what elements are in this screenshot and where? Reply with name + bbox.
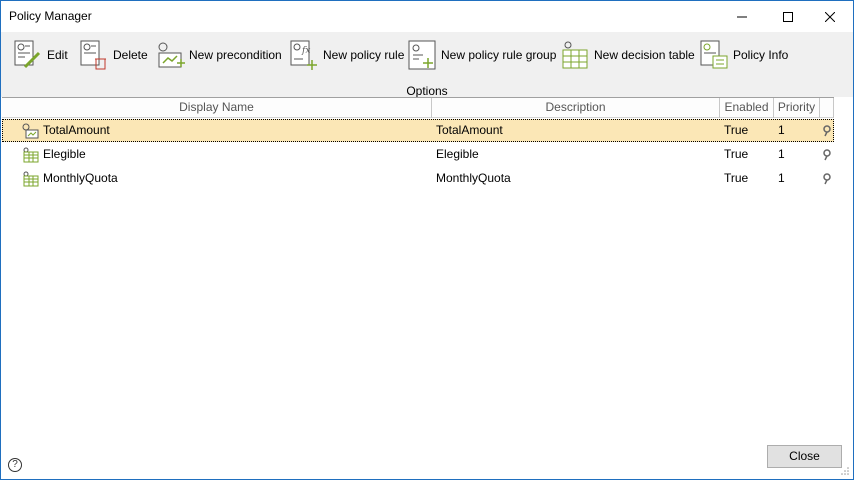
new-decision-table-icon bbox=[562, 41, 588, 69]
policy-info-icon bbox=[700, 40, 728, 69]
policy-info-button[interactable]: Policy Info bbox=[699, 38, 788, 72]
key-icon[interactable] bbox=[822, 124, 832, 137]
close-window-button[interactable] bbox=[807, 1, 853, 32]
row-description: TotalAmount bbox=[436, 123, 503, 137]
new-precondition-icon bbox=[158, 42, 185, 68]
row-description: Elegible bbox=[436, 147, 479, 161]
resize-grip-icon[interactable] bbox=[840, 466, 850, 476]
close-icon bbox=[825, 11, 835, 22]
edit-label: Edit bbox=[47, 48, 68, 62]
row-display-name: TotalAmount bbox=[43, 123, 110, 137]
column-header-priority[interactable]: Priority bbox=[774, 98, 820, 118]
edit-button[interactable]: Edit bbox=[13, 38, 68, 72]
minimize-button[interactable] bbox=[719, 1, 765, 32]
policy-info-label: Policy Info bbox=[733, 48, 789, 62]
title-bar: Policy Manager bbox=[1, 1, 853, 32]
key-icon[interactable] bbox=[822, 172, 832, 185]
maximize-icon bbox=[783, 11, 793, 22]
policy-manager-window: Policy Manager Edit Delete New precondit… bbox=[0, 0, 854, 480]
row-description: MonthlyQuota bbox=[436, 171, 511, 185]
minimize-icon bbox=[737, 16, 747, 17]
row-priority: 1 bbox=[778, 123, 785, 137]
new-policy-rule-group-label: New policy rule group bbox=[441, 48, 557, 62]
column-header-key bbox=[820, 98, 834, 118]
new-decision-table-button[interactable]: New decision table bbox=[560, 38, 695, 72]
key-icon[interactable] bbox=[822, 148, 832, 161]
policy-table: Display Name Description Enabled Priorit… bbox=[2, 97, 835, 437]
maximize-button[interactable] bbox=[765, 1, 811, 32]
table-row[interactable]: MonthlyQuota MonthlyQuota True 1 bbox=[2, 167, 834, 190]
row-display-name: Elegible bbox=[43, 147, 86, 161]
column-header-display-name[interactable]: Display Name bbox=[2, 98, 432, 118]
delete-button[interactable]: Delete bbox=[79, 38, 148, 72]
row-priority: 1 bbox=[778, 147, 785, 161]
new-precondition-label: New precondition bbox=[189, 48, 282, 62]
edit-icon bbox=[14, 40, 41, 69]
row-enabled: True bbox=[724, 123, 749, 137]
help-icon[interactable]: ? bbox=[8, 458, 22, 472]
row-priority: 1 bbox=[778, 171, 785, 185]
new-policy-rule-group-icon bbox=[408, 40, 436, 70]
close-button[interactable]: Close bbox=[767, 445, 842, 468]
delete-icon bbox=[80, 40, 106, 70]
toolbar-ribbon: Edit Delete New precondition fx New poli… bbox=[1, 32, 853, 98]
table-row[interactable]: Elegible Elegible True 1 bbox=[2, 143, 834, 166]
precondition-icon bbox=[22, 123, 39, 138]
new-policy-rule-label: New policy rule bbox=[323, 48, 405, 62]
new-policy-rule-group-button[interactable]: New policy rule group bbox=[407, 38, 556, 72]
column-header-description[interactable]: Description bbox=[432, 98, 720, 118]
new-policy-rule-icon: fx bbox=[290, 40, 317, 70]
decision-table-icon bbox=[23, 147, 39, 162]
decision-table-icon bbox=[23, 171, 39, 186]
column-header-enabled[interactable]: Enabled bbox=[720, 98, 774, 118]
options-group-label: Options bbox=[406, 84, 448, 98]
table-header: Display Name Description Enabled Priorit… bbox=[2, 97, 834, 118]
new-policy-rule-button[interactable]: fx New policy rule bbox=[289, 38, 404, 72]
row-display-name: MonthlyQuota bbox=[43, 171, 118, 185]
row-enabled: True bbox=[724, 147, 749, 161]
window-title: Policy Manager bbox=[9, 9, 92, 23]
new-precondition-button[interactable]: New precondition bbox=[155, 38, 282, 72]
table-row[interactable]: TotalAmount TotalAmount True 1 bbox=[2, 119, 834, 142]
row-enabled: True bbox=[724, 171, 749, 185]
svg-text:fx: fx bbox=[301, 46, 310, 56]
delete-label: Delete bbox=[113, 48, 148, 62]
new-decision-table-label: New decision table bbox=[594, 48, 695, 62]
